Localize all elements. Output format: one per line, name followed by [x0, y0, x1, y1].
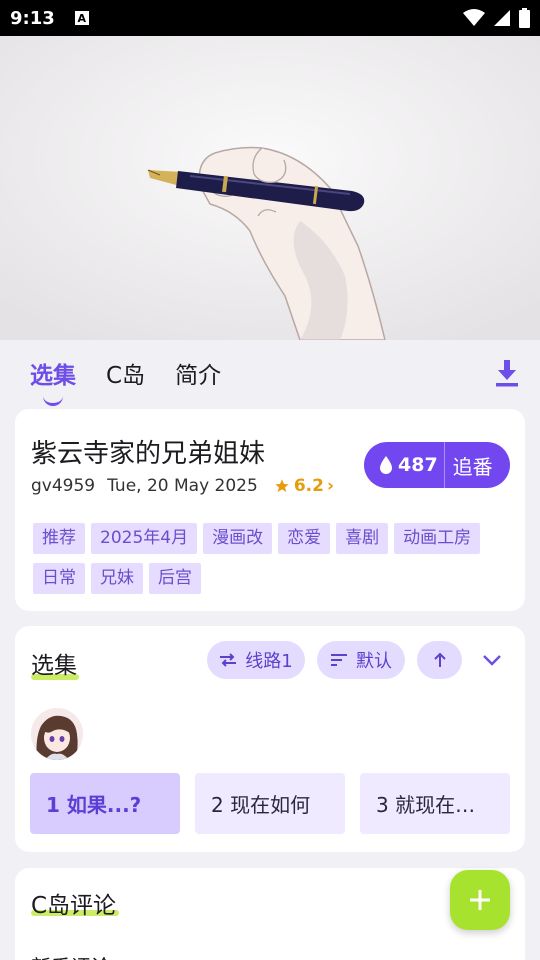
anime-meta: gv4959 Tue, 20 May 2025 6.2 ›	[31, 476, 334, 496]
tag[interactable]: 漫画改	[203, 523, 273, 554]
status-icons	[463, 8, 530, 28]
star-icon	[275, 479, 289, 492]
signal-icon	[494, 10, 510, 26]
anime-title: 紫云寺家的兄弟姐妹	[31, 439, 266, 469]
route-selector-button[interactable]: 线路1	[207, 641, 305, 679]
sort-label: 默认	[356, 651, 392, 672]
follow-label: 追番	[452, 454, 493, 479]
route-label: 线路1	[245, 651, 293, 672]
download-icon[interactable]	[494, 358, 520, 388]
add-comment-fab[interactable]	[450, 870, 510, 930]
episode-button-3[interactable]: 3 就现在…	[360, 773, 510, 834]
tag[interactable]: 推荐	[33, 523, 85, 554]
follow-count-value: 487	[398, 454, 438, 476]
tab-bar: 选集 C岛 简介	[0, 340, 540, 406]
anime-id: gv4959	[31, 476, 96, 496]
notification-icon: A	[74, 11, 89, 25]
chevron-right-icon: ›	[326, 476, 334, 496]
status-bar: 9:13 A	[0, 0, 540, 36]
sort-button[interactable]: 默认	[317, 641, 405, 679]
episode-button-1[interactable]: 1 如果...?	[30, 773, 180, 834]
order-toggle-button[interactable]	[417, 641, 462, 679]
battery-icon	[519, 8, 530, 28]
tab-c-island-label: C岛	[106, 363, 146, 389]
tab-episodes[interactable]: 选集	[30, 356, 76, 406]
comments-sub-label: 新番评论	[31, 951, 111, 960]
plus-icon	[470, 890, 490, 910]
tag[interactable]: 动画工房	[394, 523, 481, 554]
wifi-icon	[463, 9, 485, 26]
air-date: Tue, 20 May 2025	[107, 476, 258, 496]
tab-c-island[interactable]: C岛	[106, 356, 145, 390]
tag[interactable]: 后宫	[149, 563, 201, 594]
tab-intro[interactable]: 简介	[175, 356, 221, 390]
follow-button[interactable]: 487 追番	[364, 442, 510, 488]
tag[interactable]: 2025年4月	[91, 523, 198, 554]
chevron-down-icon[interactable]	[481, 650, 503, 670]
tag[interactable]: 日常	[33, 563, 85, 594]
status-time: 9:13	[10, 7, 55, 29]
episode-button-2[interactable]: 2 现在如何	[195, 773, 345, 834]
tab-intro-label: 简介	[175, 363, 222, 389]
tag[interactable]: 兄妹	[91, 563, 143, 594]
rating-value: 6.2	[293, 476, 324, 496]
tab-episodes-label: 选集	[30, 363, 76, 389]
tag-list: 推荐 2025年4月 漫画改 恋爱 喜剧 动画工房 日常 兄妹 后宫	[33, 523, 513, 594]
follow-count: 487	[364, 442, 445, 488]
comments-section-title: C岛评论	[31, 893, 117, 919]
arrow-up-icon	[433, 652, 446, 667]
avatar	[31, 708, 83, 760]
comments-card: C岛评论 新番评论	[15, 868, 525, 960]
tag[interactable]: 恋爱	[278, 523, 331, 554]
episodes-card: 选集 线路1 默认 1 如果...? 2 现在如何 3 就现在…	[15, 626, 525, 852]
rating[interactable]: 6.2 ›	[274, 476, 334, 496]
tag[interactable]: 喜剧	[336, 523, 389, 554]
anime-info-card: 紫云寺家的兄弟姐妹 gv4959 Tue, 20 May 2025 6.2 › …	[15, 409, 525, 611]
sort-icon	[331, 654, 347, 666]
cover-image	[0, 36, 540, 340]
tab-indicator	[43, 396, 63, 406]
section-title: 选集	[31, 653, 77, 679]
drop-icon	[380, 456, 392, 474]
swap-icon	[220, 653, 237, 667]
